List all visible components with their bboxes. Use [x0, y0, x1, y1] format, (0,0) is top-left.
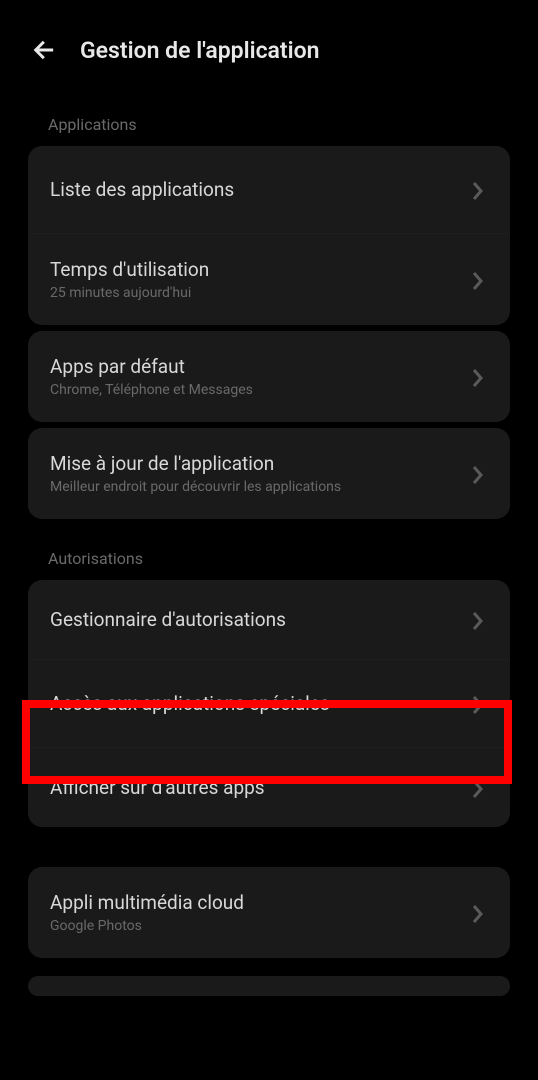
item-title: Liste des applications [50, 178, 234, 201]
chevron-right-icon [472, 182, 488, 198]
item-subtitle: Google Photos [50, 918, 244, 934]
item-subtitle: Meilleur endroit pour découvrir les appl… [50, 479, 341, 495]
item-text: Mise à jour de l'application Meilleur en… [50, 452, 341, 495]
app-update-item[interactable]: Mise à jour de l'application Meilleur en… [28, 428, 510, 519]
usage-time-item[interactable]: Temps d'utilisation 25 minutes aujourd'h… [28, 233, 510, 325]
display-over-apps-item[interactable]: Afficher sur d'autres apps [28, 747, 510, 827]
permission-manager-item[interactable]: Gestionnaire d'autorisations [28, 580, 510, 659]
applications-group: Liste des applications Temps d'utilisati… [28, 146, 510, 325]
item-text: Liste des applications [50, 178, 234, 201]
item-text: Accès aux applications spéciales [50, 692, 330, 715]
chevron-right-icon [472, 466, 488, 482]
item-text: Apps par défaut Chrome, Téléphone et Mes… [50, 355, 253, 398]
item-title: Temps d'utilisation [50, 258, 209, 281]
section-header-permissions: Autorisations [0, 519, 538, 580]
arrow-left-icon [31, 36, 59, 64]
item-title: Afficher sur d'autres apps [50, 776, 265, 799]
item-text: Temps d'utilisation 25 minutes aujourd'h… [50, 258, 209, 301]
item-subtitle: 25 minutes aujourd'hui [50, 285, 209, 301]
page-title: Gestion de l'application [80, 37, 319, 64]
item-title: Apps par défaut [50, 355, 253, 378]
cloud-media-item[interactable]: Appli multimédia cloud Google Photos [28, 867, 510, 958]
page-header: Gestion de l'application [0, 0, 538, 85]
partial-group [28, 976, 510, 996]
applications-group-2: Apps par défaut Chrome, Téléphone et Mes… [28, 331, 510, 422]
item-title: Mise à jour de l'application [50, 452, 341, 475]
default-apps-item[interactable]: Apps par défaut Chrome, Téléphone et Mes… [28, 331, 510, 422]
item-text: Gestionnaire d'autorisations [50, 608, 286, 631]
permissions-group: Gestionnaire d'autorisations Accès aux a… [28, 580, 510, 827]
section-header-applications: Applications [0, 85, 538, 146]
chevron-right-icon [472, 612, 488, 628]
special-app-access-item[interactable]: Accès aux applications spéciales [28, 659, 510, 747]
app-list-item[interactable]: Liste des applications [28, 146, 510, 233]
cloud-group: Appli multimédia cloud Google Photos [28, 867, 510, 958]
item-text: Afficher sur d'autres apps [50, 776, 265, 799]
applications-group-3: Mise à jour de l'application Meilleur en… [28, 428, 510, 519]
back-button[interactable] [30, 35, 60, 65]
chevron-right-icon [472, 780, 488, 796]
chevron-right-icon [472, 905, 488, 921]
item-subtitle: Chrome, Téléphone et Messages [50, 382, 253, 398]
item-title: Gestionnaire d'autorisations [50, 608, 286, 631]
chevron-right-icon [472, 272, 488, 288]
item-title: Appli multimédia cloud [50, 891, 244, 914]
chevron-right-icon [472, 369, 488, 385]
item-title: Accès aux applications spéciales [50, 692, 330, 715]
item-text: Appli multimédia cloud Google Photos [50, 891, 244, 934]
chevron-right-icon [472, 696, 488, 712]
